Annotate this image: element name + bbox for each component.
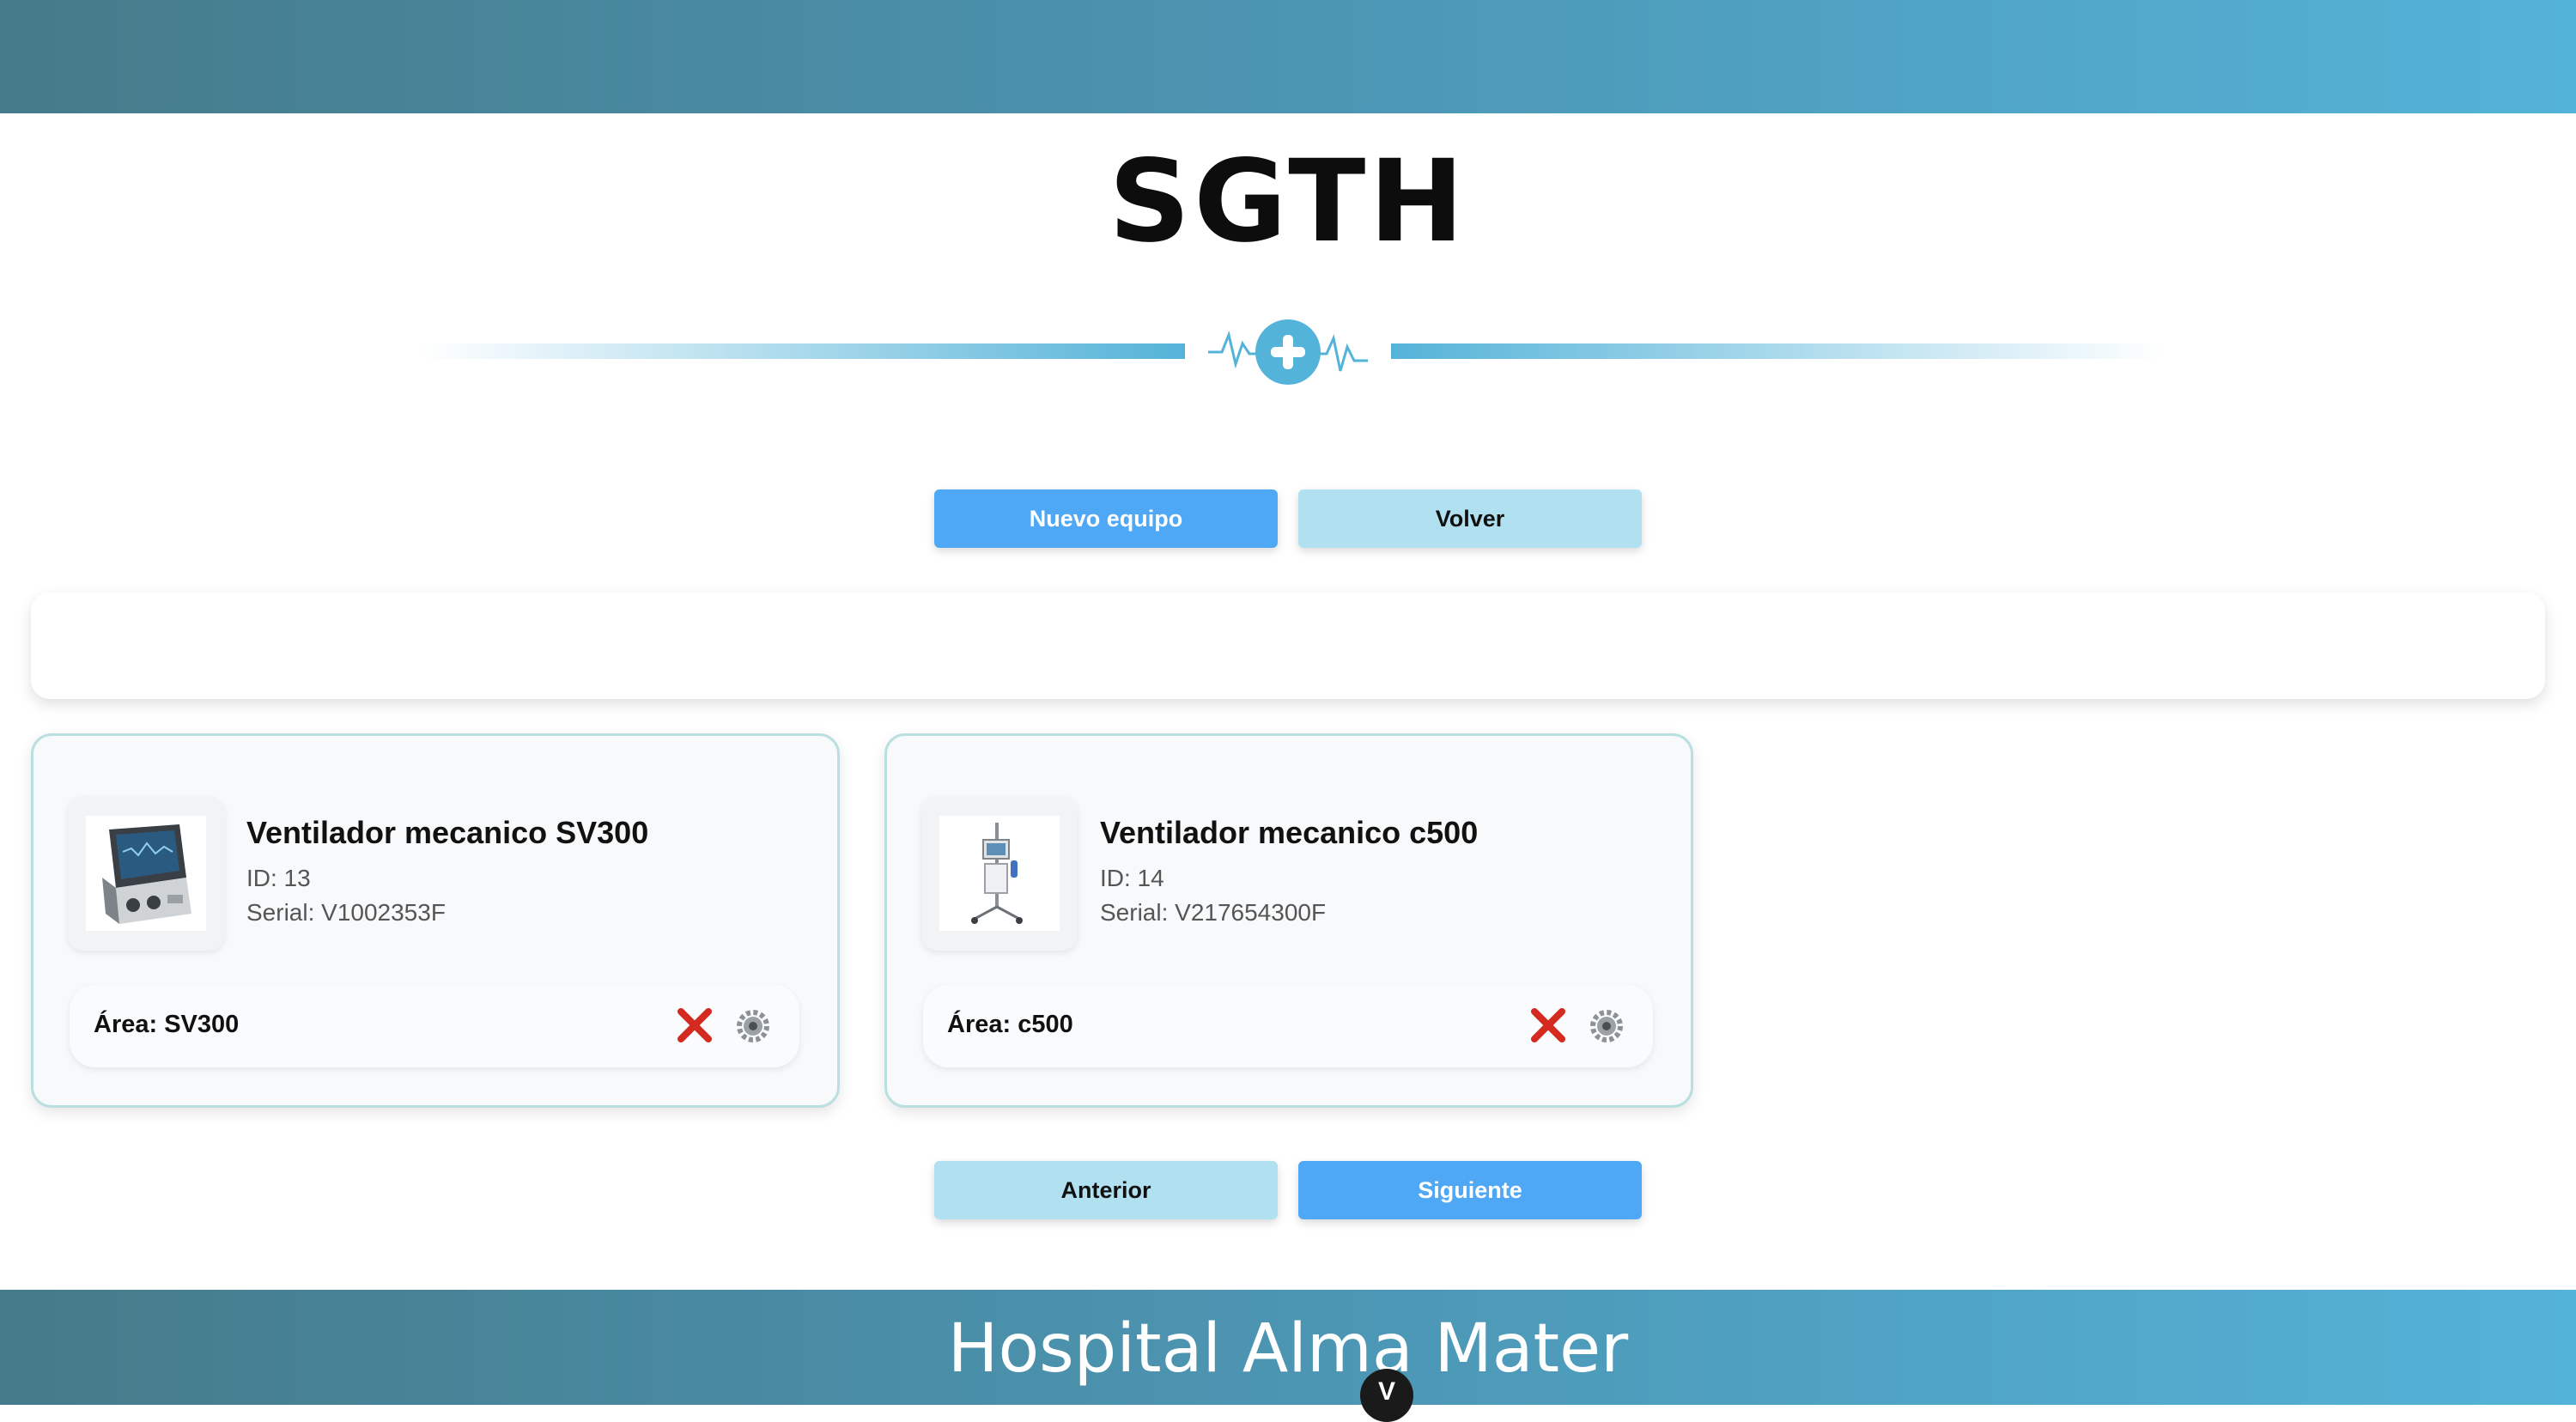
equipment-serial: Serial: V1002353F <box>246 899 446 926</box>
equipment-card-footer: Área: SV300 <box>70 985 799 1067</box>
delete-icon[interactable] <box>675 1006 714 1045</box>
app-title: SGTH <box>1109 136 1467 268</box>
gear-icon[interactable] <box>736 1009 770 1043</box>
previous-page-button[interactable]: Anterior <box>934 1161 1278 1219</box>
floating-badge[interactable]: V <box>1360 1369 1413 1422</box>
top-header-bar <box>0 0 2576 113</box>
equipment-name: Ventilador mecanico c500 <box>1100 815 1479 850</box>
hospital-name: Hospital Alma Mater <box>947 1310 1629 1388</box>
heartbeat-medical-cross-icon <box>1208 319 1368 385</box>
footer-bar: Hospital Alma Mater <box>0 1290 2576 1405</box>
ventilator-monitor-image <box>102 824 191 924</box>
back-button[interactable]: Volver <box>1298 489 1642 548</box>
equipment-thumbnail <box>68 796 224 951</box>
equipment-area: Área: SV300 <box>94 1011 240 1038</box>
divider-line-right <box>1391 343 2164 359</box>
new-equipment-button[interactable]: Nuevo equipo <box>934 489 1278 548</box>
equipment-card: Ventilador mecanico SV300 ID: 13 Serial:… <box>31 733 840 1108</box>
equipment-id: ID: 13 <box>246 865 311 891</box>
equipment-card: Ventilador mecanico c500 ID: 14 Serial: … <box>884 733 1693 1108</box>
equipment-serial: Serial: V217654300F <box>1100 899 1327 926</box>
equipment-area: Área: c500 <box>947 1011 1073 1038</box>
equipment-card-footer: Área: c500 <box>923 985 1653 1067</box>
next-page-button[interactable]: Siguiente <box>1298 1161 1642 1219</box>
delete-icon[interactable] <box>1528 1006 1568 1045</box>
filter-panel <box>31 592 2545 699</box>
gear-icon[interactable] <box>1589 1009 1624 1043</box>
equipment-thumbnail <box>921 796 1078 951</box>
equipment-name: Ventilador mecanico SV300 <box>246 815 649 850</box>
ventilator-cart-image <box>971 823 1023 924</box>
equipment-id: ID: 14 <box>1100 865 1164 891</box>
divider-line-left <box>421 343 1185 359</box>
